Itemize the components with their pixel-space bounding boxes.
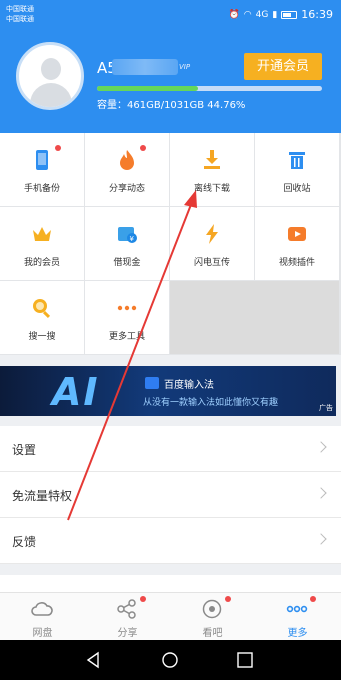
share-icon [117,599,136,619]
chevron-right-icon [315,533,327,545]
battery-icon [281,10,298,19]
baidu-ime-logo-icon [145,377,159,389]
nav-label: 网盘 [32,628,53,639]
status-bar: 中国联通 中国联通 ⏰ ◠ 4G ▮ 16:39 [0,0,341,30]
grid-item-label: 我的会员 [23,258,60,268]
feedback-row-label: 反馈 [12,535,37,549]
grid-item-video-plugin[interactable]: 视频插件 [255,207,339,280]
notification-dot [55,145,61,151]
tool-grid: 手机备份 分享动态 离线下载 回收站 我的会员 ¥ 借现金 闪电互传 视频插件 … [0,133,341,355]
system-nav-bar [0,640,341,680]
app-screen: 中国联通 中国联通 ⏰ ◠ 4G ▮ 16:39 A5 VIP 开通会员 容量：… [0,0,341,680]
search-icon [33,299,51,319]
phone-backup-icon [36,150,48,170]
grid-item-phone-backup[interactable]: 手机备份 [0,133,84,206]
nav-label: 分享 [117,628,138,639]
ad-label: 广告 [319,404,333,412]
nav-item-watch[interactable]: 看吧 [170,593,255,641]
grid-item-my-membership[interactable]: 我的会员 [0,207,84,280]
avatar-head-shape [41,58,61,80]
clock: 16:39 [301,8,333,21]
carrier-label-1: 中国联通 [6,5,34,13]
ad-banner[interactable]: AI 百度输入法 从没有一款输入法如此懂你又有趣 广告 [0,366,336,416]
feedback-row[interactable]: 反馈 [0,518,341,564]
status-icons: ⏰ ◠ 4G ▮ 16:39 [229,8,333,21]
banner-ai-text: AI [52,370,100,414]
network-type: 4G [255,9,269,20]
video-plugin-icon [288,227,306,241]
more-dots-icon [117,305,137,311]
free-traffic-row-label: 免流量特权 [12,489,73,503]
settings-row-label: 设置 [12,443,37,457]
grid-item-label: 回收站 [283,184,311,194]
nav-item-share[interactable]: 分享 [85,593,170,641]
grid-item-borrow-cash[interactable]: ¥ 借现金 [85,207,169,280]
grid-item-label: 视频插件 [278,258,315,268]
nav-item-netdisk[interactable]: 网盘 [0,593,85,641]
grid-item-label: 更多工具 [108,332,145,342]
recents-icon[interactable] [236,651,254,669]
cloud-icon [31,602,53,616]
avatar-body-shape [30,83,72,107]
crown-icon [33,227,51,241]
nav-item-more[interactable]: 更多 [255,593,340,641]
storage-text: 容量：461GB/1031GB 44.76% [97,100,246,111]
notification-dot [310,596,316,602]
avatar[interactable] [16,42,84,110]
storage-progress-fill [97,86,198,91]
free-traffic-row[interactable]: 免流量特权 [0,472,341,518]
back-icon[interactable] [85,651,103,669]
signal-icon: ▮ [272,9,278,20]
trash-icon [289,152,305,169]
home-icon[interactable] [161,651,179,669]
alarm-icon: ⏰ [228,9,240,20]
chevron-right-icon [315,441,327,453]
svg-text:¥: ¥ [130,235,135,243]
more-icon [286,605,308,613]
grid-item-label: 借现金 [113,258,141,268]
grid-item-label: 分享动态 [108,184,145,194]
open-vip-button[interactable]: 开通会员 [244,53,322,80]
storage-progress-track [97,86,322,91]
bottom-nav: 网盘 分享 看吧 更多 [0,592,341,640]
profile-header: A5 VIP 开通会员 容量：461GB/1031GB 44.76% [0,30,341,133]
notification-dot [225,596,231,602]
banner-title: 百度输入法 [164,380,214,391]
grid-item-recycle-bin[interactable]: 回收站 [255,133,339,206]
grid-item-label: 闪电互传 [193,258,230,268]
grid-item-more-tools[interactable]: 更多工具 [85,281,169,354]
chevron-right-icon [315,487,327,499]
banner-subtitle: 从没有一款输入法如此懂你又有趣 [143,398,279,408]
grid-empty-area [170,281,339,354]
flame-icon [120,150,134,170]
username-redaction [112,59,178,75]
nav-label: 更多 [287,628,308,639]
wifi-icon: ◠ [243,9,252,20]
nav-label: 看吧 [202,628,223,639]
grid-item-label: 搜一搜 [28,332,56,342]
carrier-label-2: 中国联通 [6,15,34,23]
grid-item-lightning-transfer[interactable]: 闪电互传 [170,207,254,280]
grid-item-search[interactable]: 搜一搜 [0,281,84,354]
vip-badge: VIP [179,63,191,71]
cash-icon: ¥ [118,227,137,243]
lightning-icon [206,224,218,244]
settings-row[interactable]: 设置 [0,426,341,472]
settings-list: 设置 免流量特权 反馈 [0,426,341,564]
grid-item-offline-download[interactable]: 离线下载 [170,133,254,206]
notification-dot [140,596,146,602]
download-icon [204,150,220,169]
grid-item-label: 离线下载 [193,184,230,194]
grid-item-label: 手机备份 [23,184,60,194]
eye-icon [202,599,222,619]
grid-item-share-feed[interactable]: 分享动态 [85,133,169,206]
notification-dot [140,145,146,151]
